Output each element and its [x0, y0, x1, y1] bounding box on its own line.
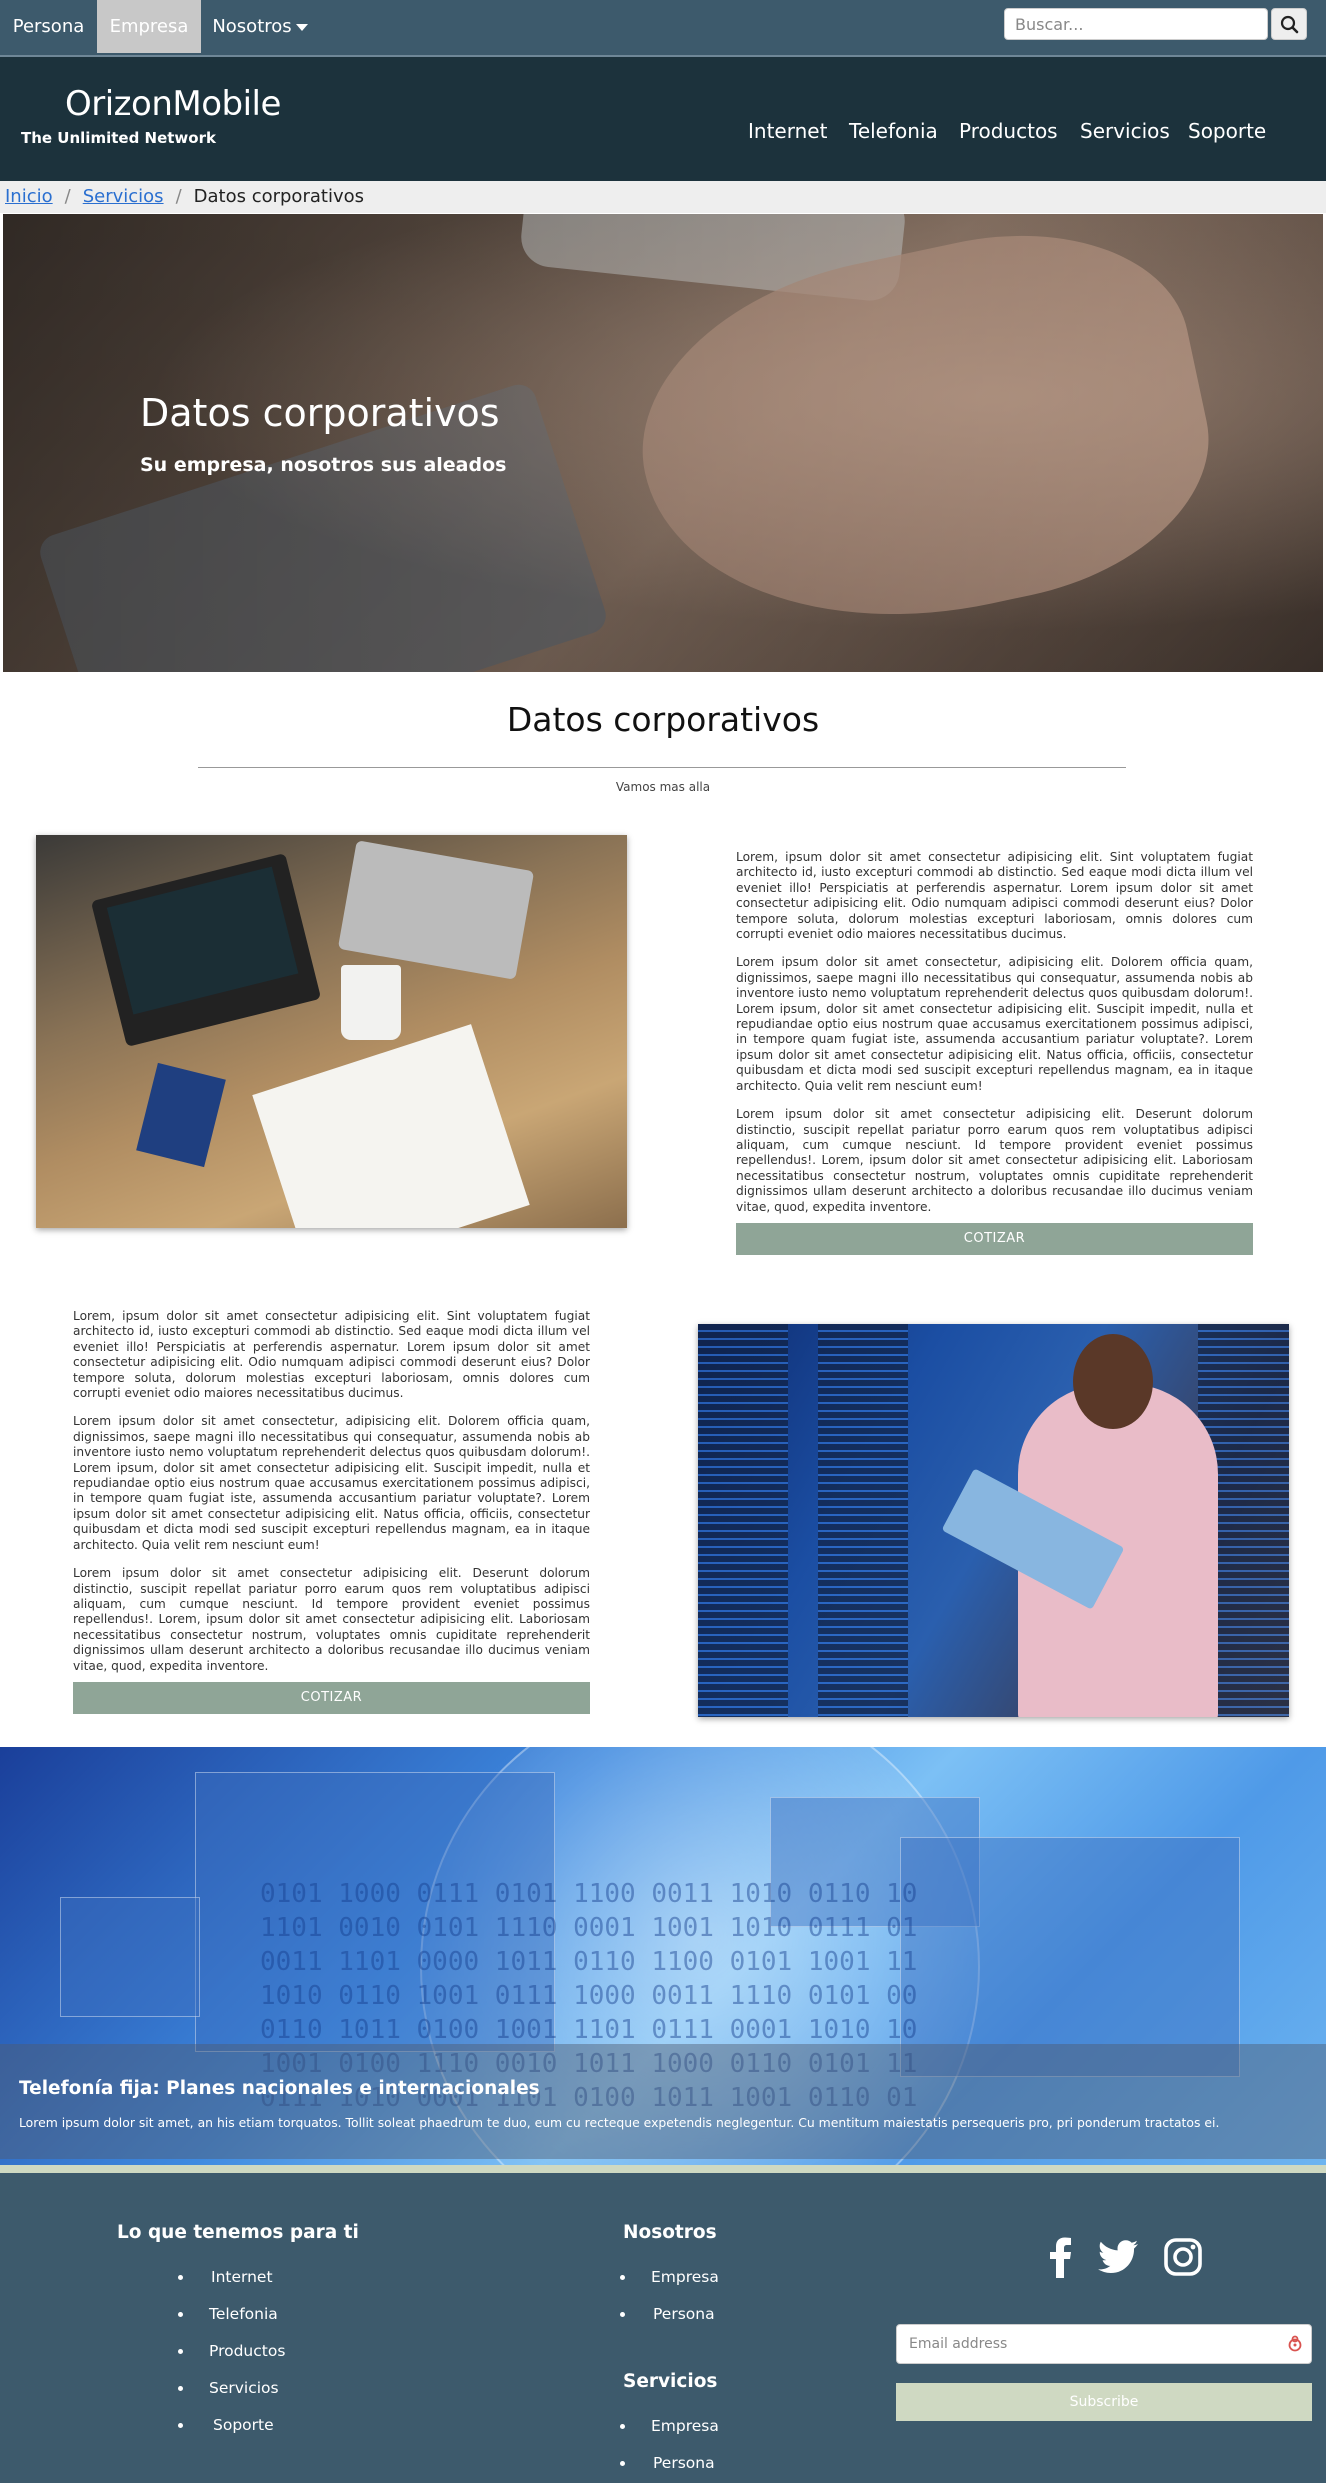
- footer-link[interactable]: Persona: [620, 2296, 719, 2333]
- block2-text: Lorem, ipsum dolor sit amet consectetur …: [73, 1309, 590, 1687]
- footer-heading-nosotros: Nosotros: [623, 2222, 717, 2243]
- nav-internet[interactable]: Internet: [748, 119, 827, 143]
- caret-down-icon: [295, 23, 308, 31]
- block1-text: Lorem, ipsum dolor sit amet consectetur …: [736, 850, 1253, 1228]
- tab-empresa[interactable]: Empresa: [97, 0, 201, 53]
- facebook-icon[interactable]: [1047, 2236, 1073, 2278]
- photo-mug-shape: [341, 965, 401, 1040]
- photo-paper-shape: [252, 1024, 530, 1228]
- banner-title: Telefonía fija: Planes nacionales e inte…: [19, 2078, 540, 2099]
- brand-tagline: The Unlimited Network: [21, 129, 216, 147]
- block2-paragraph: Lorem ipsum dolor sit amet consectetur, …: [73, 1414, 590, 1552]
- section-divider: [198, 767, 1126, 768]
- footer-link[interactable]: Empresa: [620, 2408, 719, 2445]
- hero-title: Datos corporativos: [140, 391, 500, 435]
- photo-laptop-shape: [337, 840, 535, 980]
- photo-head-shape: [1073, 1334, 1153, 1429]
- nav-servicios[interactable]: Servicios: [1080, 119, 1170, 143]
- hero-shade: [3, 214, 1323, 672]
- tab-empresa-label: Empresa: [109, 16, 189, 37]
- cotizar-button[interactable]: COTIZAR: [736, 1223, 1253, 1255]
- office-photo: [36, 835, 627, 1228]
- footer-heading-offers: Lo que tenemos para ti: [117, 2222, 359, 2243]
- breadcrumb-current: Datos corporativos: [193, 186, 364, 207]
- block1-paragraph: Lorem ipsum dolor sit amet consectetur a…: [736, 1107, 1253, 1214]
- tab-persona-label: Persona: [12, 16, 85, 37]
- tab-persona[interactable]: Persona: [0, 0, 97, 53]
- top-bar: Persona Empresa Nosotros: [0, 0, 1326, 57]
- banner-text: Lorem ipsum dolor sit amet, an his etiam…: [19, 2115, 1220, 2130]
- banner-caption-bg: [0, 2044, 1326, 2159]
- footer-link[interactable]: Internet: [178, 2259, 285, 2296]
- search-input[interactable]: [1004, 8, 1268, 40]
- block1-paragraph: Lorem, ipsum dolor sit amet consectetur …: [736, 850, 1253, 942]
- hero-subtitle: Su empresa, nosotros sus aleados: [140, 454, 507, 476]
- block2-paragraph: Lorem ipsum dolor sit amet consectetur a…: [73, 1566, 590, 1673]
- cotizar-button[interactable]: COTIZAR: [73, 1682, 590, 1714]
- photo-rack-shape: [818, 1324, 908, 1717]
- photo-rack-shape: [698, 1324, 788, 1717]
- nav-soporte[interactable]: Soporte: [1188, 119, 1266, 143]
- search-button[interactable]: [1271, 8, 1307, 40]
- footer-heading-servicios: Servicios: [623, 2371, 718, 2392]
- footer-link[interactable]: Productos: [178, 2333, 285, 2370]
- footer-link[interactable]: Empresa: [620, 2259, 719, 2296]
- breadcrumb-separator: /: [175, 186, 182, 207]
- tab-nosotros-label: Nosotros: [212, 16, 292, 37]
- breadcrumb-separator: /: [64, 186, 71, 207]
- search-icon: [1280, 15, 1299, 34]
- instagram-icon[interactable]: [1164, 2238, 1202, 2276]
- site-header: OrizonMobile The Unlimited Network Inter…: [0, 57, 1326, 181]
- breadcrumb: Inicio / Servicios / Datos corporativos: [0, 181, 1326, 213]
- telefonia-banner[interactable]: 0101 1000 0111 0101 1100 0011 1010 0110 …: [0, 1747, 1326, 2165]
- banner-screen-shape: [60, 1897, 200, 2017]
- breadcrumb-servicios[interactable]: Servicios: [83, 186, 164, 207]
- footer-link[interactable]: Servicios: [178, 2370, 285, 2407]
- breadcrumb-inicio[interactable]: Inicio: [5, 186, 53, 207]
- block2-paragraph: Lorem, ipsum dolor sit amet consectetur …: [73, 1309, 590, 1401]
- section-subtitle: Vamos mas alla: [615, 780, 711, 794]
- datacenter-photo: [698, 1324, 1289, 1717]
- brand-logo[interactable]: OrizonMobile: [65, 84, 281, 124]
- footer-servicios-list: Empresa Persona: [620, 2408, 719, 2482]
- hero-banner: Datos corporativos Su empresa, nosotros …: [3, 214, 1323, 672]
- footer-link[interactable]: Soporte: [178, 2407, 285, 2444]
- twitter-icon[interactable]: [1097, 2240, 1139, 2276]
- section-title: Datos corporativos: [506, 700, 820, 739]
- nav-productos[interactable]: Productos: [959, 119, 1058, 143]
- nav-telefonia[interactable]: Telefonia: [849, 119, 938, 143]
- footer-link[interactable]: Telefonia: [178, 2296, 285, 2333]
- footer-offers-list: Internet Telefonia Productos Servicios S…: [178, 2259, 285, 2444]
- tab-nosotros[interactable]: Nosotros: [201, 0, 319, 53]
- footer-nosotros-list: Empresa Persona: [620, 2259, 719, 2333]
- block1-paragraph: Lorem ipsum dolor sit amet consectetur, …: [736, 955, 1253, 1093]
- password-manager-icon[interactable]: [1288, 2335, 1302, 2353]
- photo-book-shape: [136, 1062, 226, 1168]
- email-field[interactable]: [896, 2324, 1312, 2364]
- photo-laptop-shape: [90, 853, 322, 1047]
- subscribe-button[interactable]: Subscribe: [896, 2383, 1312, 2421]
- footer-link[interactable]: Persona: [620, 2445, 719, 2482]
